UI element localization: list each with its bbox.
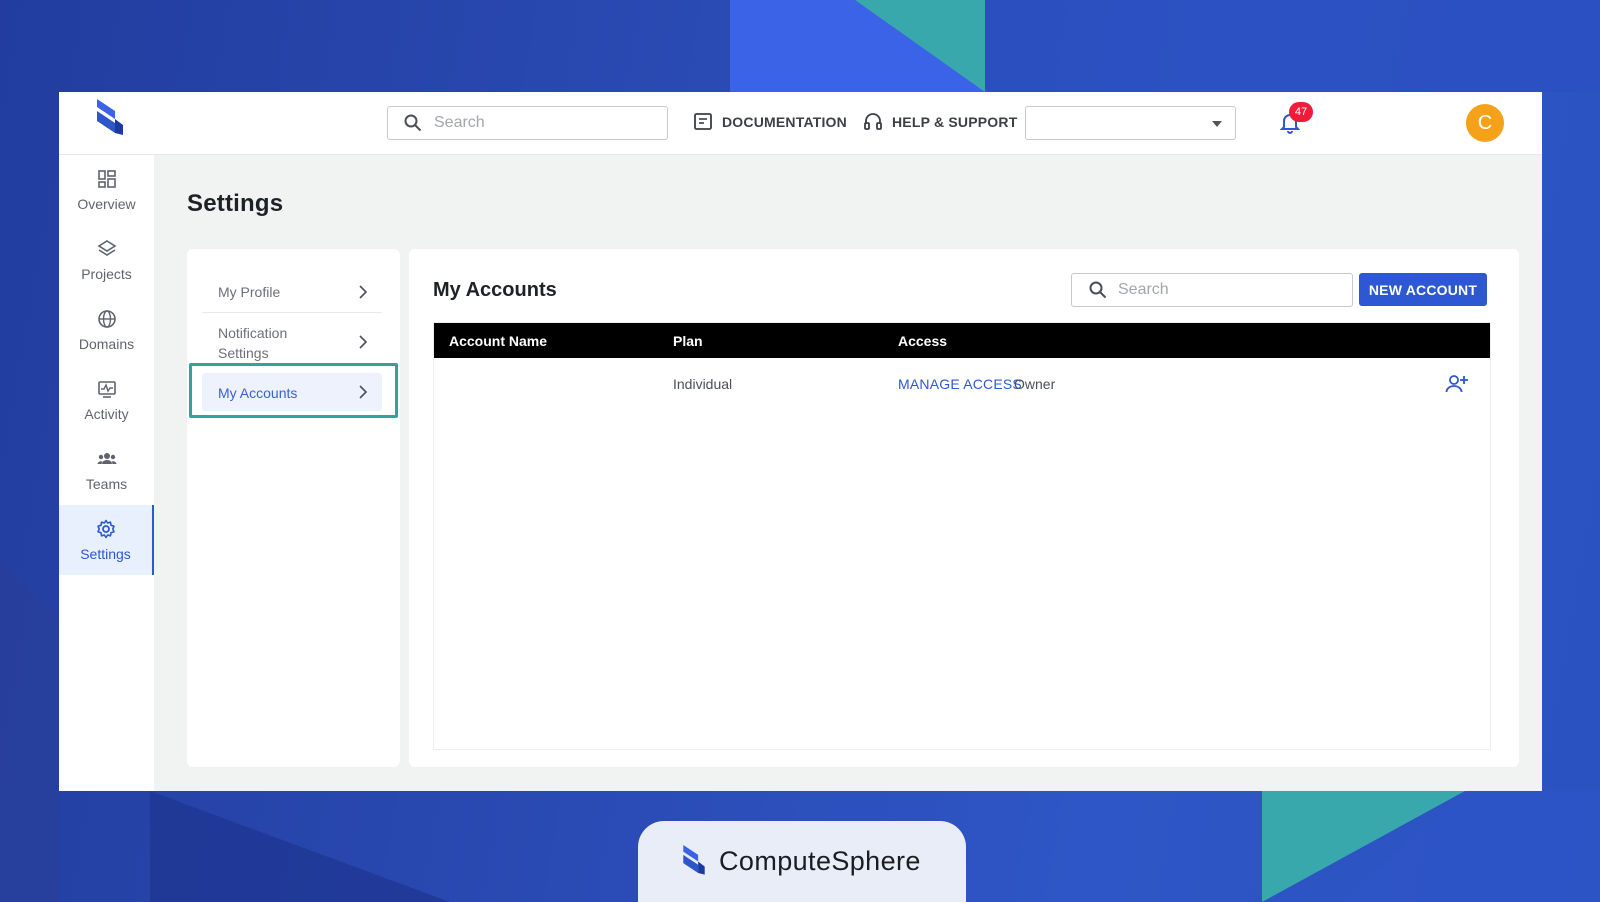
new-account-button[interactable]: NEW ACCOUNT <box>1359 273 1487 306</box>
users-icon <box>97 452 116 464</box>
sidebar-item-label: Settings <box>80 545 131 562</box>
submenu-item-label: Notification <box>218 325 288 341</box>
plan-cell: Individual <box>673 376 733 392</box>
globe-icon <box>97 309 116 328</box>
sidebar-item-label: Domains <box>78 335 135 352</box>
search-icon <box>404 114 422 132</box>
submenu-item-label: Settings <box>218 345 269 361</box>
search-icon <box>1089 281 1107 299</box>
sidebar-item-activity[interactable]: Activity <box>59 365 154 435</box>
accounts-title: My Accounts <box>433 279 557 301</box>
organization-select[interactable] <box>1025 106 1236 140</box>
accounts-search-placeholder: Search <box>1118 281 1169 298</box>
document-icon <box>694 113 712 130</box>
column-header-access[interactable]: Access <box>898 333 947 349</box>
layers-icon <box>96 239 117 256</box>
sidebar-item-label: Teams <box>85 475 128 492</box>
manage-access-link[interactable]: MANAGE ACCESS <box>898 376 1022 392</box>
top-bar: Search DOCUMENTATION HELP & SUPPORT 47 C <box>59 92 1542 155</box>
accounts-panel: My Accounts Search NEW ACCOUNT Account N… <box>409 249 1519 767</box>
submenu-divider <box>202 312 382 313</box>
help-support-label: HELP & SUPPORT <box>892 114 1018 130</box>
activity-icon <box>97 380 116 398</box>
gear-icon <box>96 519 115 538</box>
sidebar-item-label: Activity <box>84 405 129 422</box>
sidebar: Overview Projects Domains Activity Teams… <box>59 155 154 791</box>
submenu-item-my-profile[interactable]: My Profile <box>202 276 382 306</box>
app-window: Search DOCUMENTATION HELP & SUPPORT 47 C… <box>59 92 1542 791</box>
role-cell: Owner <box>1014 376 1056 392</box>
table-header: Account Name Plan Access <box>434 323 1490 358</box>
computesphere-logo <box>683 845 705 875</box>
documentation-link[interactable]: DOCUMENTATION <box>693 111 847 133</box>
sidebar-item-overview[interactable]: Overview <box>59 155 154 225</box>
documentation-label: DOCUMENTATION <box>722 114 847 130</box>
column-header-account-name[interactable]: Account Name <box>449 333 547 349</box>
column-header-plan[interactable]: Plan <box>673 333 703 349</box>
page-title: Settings <box>187 190 284 217</box>
caret-down-icon <box>1212 121 1222 127</box>
sidebar-item-settings[interactable]: Settings <box>59 505 154 575</box>
submenu-item-label: My Profile <box>218 284 281 300</box>
chevron-right-icon <box>359 285 368 299</box>
help-support-link[interactable]: HELP & SUPPORT <box>863 111 1017 133</box>
sidebar-item-domains[interactable]: Domains <box>59 295 154 365</box>
chevron-right-icon <box>359 335 368 349</box>
grid-icon <box>97 169 116 188</box>
settings-submenu: My Profile Notification Settings My Acco… <box>187 249 400 767</box>
sidebar-item-teams[interactable]: Teams <box>59 435 154 505</box>
sidebar-item-label: Projects <box>81 265 132 282</box>
table-row: Individual MANAGE ACCESS Owner <box>434 358 1490 412</box>
notification-badge: 47 <box>1289 102 1313 122</box>
brand-footer: ComputeSphere <box>638 821 966 902</box>
global-search-input[interactable]: Search <box>387 106 668 140</box>
selection-highlight <box>189 363 398 418</box>
computesphere-logo[interactable] <box>93 99 127 139</box>
global-search-placeholder: Search <box>434 114 485 131</box>
accounts-search-input[interactable]: Search <box>1071 273 1353 307</box>
accounts-table: Account Name Plan Access Individual MANA… <box>433 322 1491 750</box>
sidebar-item-label: Overview <box>77 195 136 212</box>
sidebar-item-projects[interactable]: Projects <box>59 225 154 295</box>
submenu-item-notification-settings[interactable]: Notification Settings <box>202 321 382 365</box>
headset-icon <box>864 113 882 130</box>
add-user-icon[interactable] <box>1445 374 1469 394</box>
brand-name: ComputeSphere <box>719 846 921 876</box>
user-avatar[interactable]: C <box>1466 104 1504 142</box>
